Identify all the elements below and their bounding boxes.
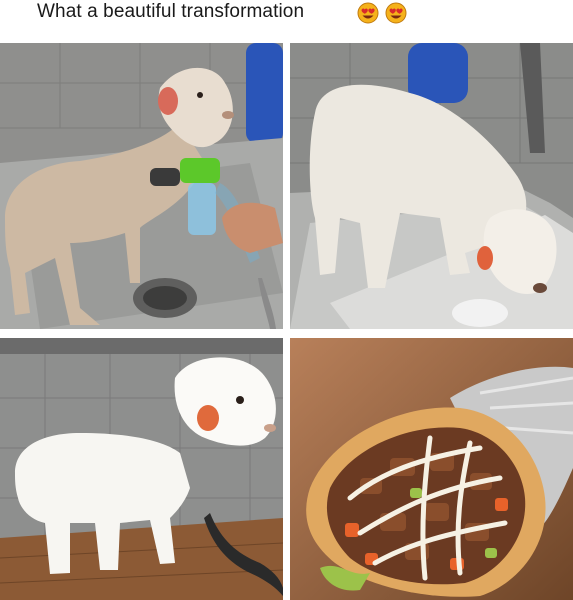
panel-fluffy-lamb [290,43,573,329]
ear-tag [477,246,493,270]
panel-shawarma [290,338,573,600]
ear-tag [197,405,219,431]
groomed-lamb-photo [0,338,283,600]
panel-groomed-lamb [0,338,283,600]
hose-nozzle [150,168,180,186]
ear-tag [158,87,178,115]
fluffy-lamb-photo [290,43,573,329]
caption-bar: What a beautiful transformation [0,0,573,40]
water-tank [408,43,468,103]
water-tank [246,43,283,143]
container [452,299,508,327]
heart-eyes-emoji-icon [385,2,407,24]
panel-wet-lamb [0,43,283,329]
shawarma-photo [290,338,573,600]
wet-lamb-photo [0,43,283,329]
heart-eyes-emoji-icon [357,2,379,24]
caption-text: What a beautiful transformation [37,1,305,22]
